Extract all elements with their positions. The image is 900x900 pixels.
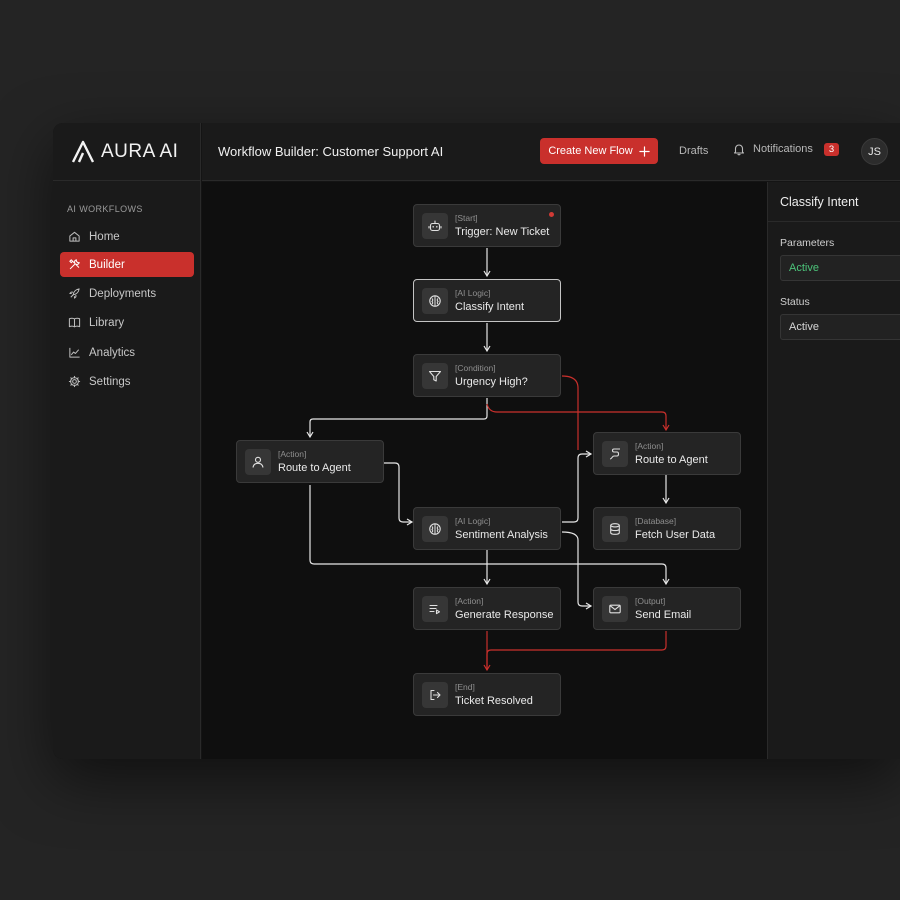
sidebar-item-library[interactable]: Library [60, 310, 194, 335]
sidebar-item-analytics[interactable]: Analytics [60, 340, 194, 365]
edge-condition-route-right-top [486, 403, 670, 432]
node-kind: [Database] [635, 516, 677, 526]
node-generate-response[interactable]: [Action] Generate Response [413, 587, 561, 630]
sidebar-item-label: Settings [89, 375, 131, 388]
node-kind: [Action] [635, 441, 664, 451]
route-icon [609, 448, 620, 460]
sidebar-item-label: Library [89, 316, 125, 329]
create-new-flow-label: Create New Flow [548, 145, 633, 157]
node-kind: [Condition] [455, 363, 496, 373]
edge-sentiment-send-email [561, 531, 593, 610]
sidebar-item-label: Home [89, 230, 120, 243]
node-label: Generate Response [455, 609, 554, 621]
gear-icon [68, 375, 81, 388]
node-label: Urgency High? [455, 376, 528, 388]
node-kind: [Action] [455, 596, 484, 606]
sidebar-item-label: Builder [89, 258, 125, 271]
page-title: Workflow Builder: Customer Support AI [218, 144, 444, 159]
edge-send-email-resolved [483, 631, 667, 672]
database-icon [610, 523, 620, 535]
node-label: Route to Agent [278, 462, 351, 474]
parameters-label: Parameters [780, 237, 835, 249]
node-kind: [Output] [635, 596, 666, 606]
divider [768, 221, 900, 222]
edge-route-left-sentiment [384, 462, 414, 526]
node-label: Sentiment Analysis [455, 529, 548, 541]
book-icon [68, 317, 81, 328]
node-kind: [Action] [278, 449, 307, 459]
properties-panel: Classify Intent Parameters Active Status… [767, 182, 900, 759]
divider [53, 180, 201, 181]
node-classify-intent[interactable]: [AI Logic] Classify Intent [413, 279, 561, 322]
mail-icon [609, 604, 621, 614]
node-route-to-agent-right[interactable]: [Action] Route to Agent [593, 432, 741, 475]
node-kind: [AI Logic] [455, 516, 491, 526]
sidebar-item-deployments[interactable]: Deployments [60, 281, 194, 306]
text-generate-icon [429, 604, 441, 615]
node-label: Route to Agent [635, 454, 708, 466]
brand-name: AURA AI [101, 141, 179, 162]
status-label: Status [780, 296, 810, 308]
drafts-link[interactable]: Drafts [679, 145, 708, 157]
edge-condition-route-left [306, 398, 488, 439]
avatar[interactable]: JS [861, 138, 888, 165]
node-kind: [AI Logic] [455, 288, 491, 298]
rocket-icon [69, 288, 80, 299]
nav-heading: AI WORKFLOWS [67, 204, 143, 214]
brand-logo[interactable]: AURA AI [71, 139, 178, 165]
filter-icon [428, 370, 442, 382]
node-label: Trigger: New Ticket [455, 226, 550, 238]
sidebar-item-settings[interactable]: Settings [60, 369, 194, 394]
exit-icon [430, 689, 441, 701]
edge-condition-route-right [561, 375, 579, 450]
sidebar-item-label: Deployments [89, 287, 157, 300]
sidebar: AURA AI AI WORKFLOWS Home Builder Deploy… [53, 123, 201, 759]
node-trigger-new-ticket[interactable]: [Start] Trigger: New Ticket [413, 204, 561, 247]
panel-title: Classify Intent [780, 195, 859, 209]
create-new-flow-button[interactable]: Create New Flow [540, 138, 658, 164]
notifications-button[interactable]: Notifications 3 [732, 142, 840, 156]
node-label: Classify Intent [455, 301, 525, 313]
workflow-canvas[interactable]: [Start] Trigger: New Ticket [AI Logic] C… [202, 182, 767, 759]
sidebar-item-builder[interactable]: Builder [60, 252, 194, 277]
node-urgency-high[interactable]: [Condition] Urgency High? [413, 354, 561, 397]
chart-line-icon [69, 347, 80, 358]
status-dot [549, 212, 554, 217]
sidebar-item-label: Analytics [89, 346, 136, 359]
node-label: Send Email [635, 609, 692, 621]
tools-icon [69, 259, 80, 270]
brain-icon [429, 523, 441, 535]
notifications-badge: 3 [823, 142, 840, 156]
node-fetch-user-data[interactable]: [Database] Fetch User Data [593, 507, 741, 550]
app-window: AURA AI AI WORKFLOWS Home Builder Deploy… [53, 123, 900, 759]
home-icon [69, 231, 80, 242]
node-kind: [End] [455, 682, 475, 692]
brain-icon [429, 295, 441, 307]
status-field[interactable]: Active [780, 314, 900, 340]
plus-icon [638, 145, 650, 157]
bell-icon [733, 144, 745, 156]
node-label: Fetch User Data [635, 529, 716, 541]
node-sentiment-analysis[interactable]: [AI Logic] Sentiment Analysis [413, 507, 561, 550]
robot-icon [428, 220, 442, 232]
top-bar: Workflow Builder: Customer Support AI Cr… [202, 123, 900, 181]
sidebar-item-home[interactable]: Home [60, 224, 194, 249]
user-icon [252, 456, 264, 468]
node-label: Ticket Resolved [455, 695, 533, 707]
notifications-label: Notifications [753, 143, 813, 155]
parameters-field[interactable]: Active [780, 255, 900, 281]
node-kind: [Start] [455, 213, 478, 223]
edge-sentiment-route-right [562, 450, 593, 523]
aura-logo-icon [71, 140, 95, 163]
node-send-email[interactable]: [Output] Send Email [593, 587, 741, 630]
node-route-to-agent-left[interactable]: [Action] Route to Agent [236, 440, 384, 483]
node-ticket-resolved[interactable]: [End] Ticket Resolved [413, 673, 561, 716]
